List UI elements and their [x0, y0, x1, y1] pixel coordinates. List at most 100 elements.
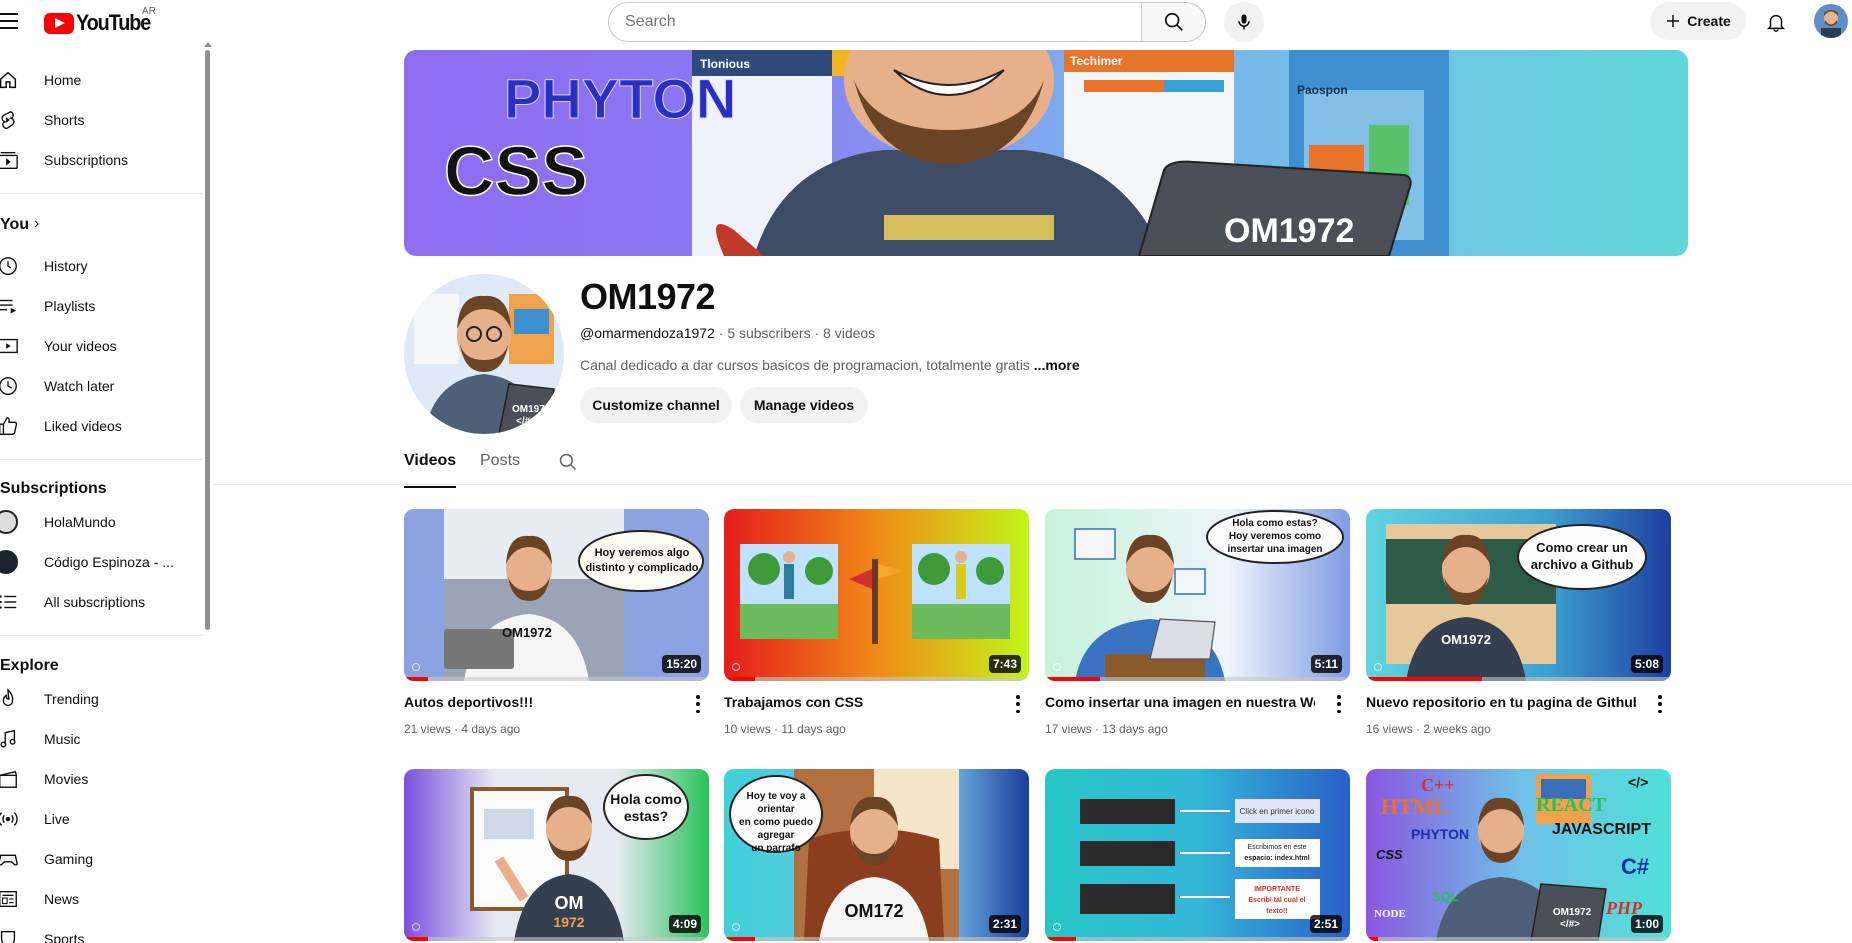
channel-description[interactable]: Canal dedicado a dar cursos basicos de p… — [580, 357, 1080, 373]
watch-progress-bar — [1045, 677, 1100, 681]
sidebar-item-watch-later[interactable]: Watch later — [0, 366, 205, 406]
video-thumbnail[interactable]: OM172 Hoy te voy a orientar en como pued… — [724, 769, 1029, 941]
create-button[interactable]: Create — [1650, 2, 1746, 40]
gaming-icon — [0, 847, 20, 871]
channel-avatar[interactable]: OM1972 </#> — [404, 274, 564, 434]
sidebar-channel-holamundo[interactable]: HolaMundo — [0, 502, 205, 542]
sports-icon — [0, 927, 20, 943]
banner-panel-3: Paospon — [1297, 83, 1348, 97]
more-actions-icon[interactable] — [1337, 695, 1341, 713]
scroll-up-arrow-icon[interactable] — [204, 42, 212, 47]
watch-progress-bar — [724, 677, 755, 681]
video-thumbnail[interactable]: OM1972 Como crear un archivo a Github 5:… — [1366, 509, 1671, 681]
home-icon — [0, 68, 20, 92]
video-title[interactable]: Nuevo repositorio en tu pagina de Github — [1366, 694, 1636, 710]
sidebar-channel-codigo-espinoza[interactable]: Código Espinoza - ... — [0, 542, 205, 582]
video-duration: 15:20 — [662, 655, 701, 673]
sidebar-item-sports[interactable]: Sports — [0, 919, 205, 943]
more-link[interactable]: ...more — [1034, 357, 1080, 373]
sidebar-item-your-videos[interactable]: Your videos — [0, 326, 205, 366]
thumbs-up-icon — [0, 414, 20, 438]
subscriptions-icon — [0, 148, 20, 172]
video-count: 8 videos — [823, 325, 876, 341]
trending-icon — [0, 687, 20, 711]
avatar-image — [1814, 4, 1848, 38]
more-actions-icon[interactable] — [696, 695, 700, 713]
sidebar-item-all-subscriptions[interactable]: All subscriptions — [0, 582, 205, 622]
upload-age: 4 days ago — [461, 722, 521, 736]
video-meta: 21 views · 4 days ago — [404, 722, 521, 736]
music-icon — [0, 727, 20, 751]
customize-channel-button[interactable]: Customize channel — [580, 387, 732, 423]
sidebar-item-live[interactable]: Live — [0, 799, 205, 839]
banner-text-phyton: PHYTON — [504, 67, 736, 130]
video-meta: 16 views · 2 weeks ago — [1366, 722, 1491, 736]
thumbnail-indicator — [412, 663, 420, 671]
search-button[interactable] — [1141, 3, 1205, 41]
upload-age: 11 days ago — [781, 722, 846, 736]
plus-icon — [1667, 15, 1680, 27]
video-thumbnail[interactable]: Hola como estas? Hoy veremos como insert… — [1045, 509, 1350, 681]
sidebar-item-movies[interactable]: Movies — [0, 759, 205, 799]
sidebar-item-home[interactable]: Home — [0, 60, 205, 100]
tab-videos[interactable]: Videos — [404, 452, 457, 488]
thumb-label: CSS — [1376, 847, 1403, 862]
subscriptions-section-title: Subscriptions — [0, 480, 107, 497]
sidebar-scrollbar[interactable] — [205, 50, 210, 630]
sidebar-item-playlists[interactable]: Playlists — [0, 286, 205, 326]
svg-text:insertar una imagen: insertar una imagen — [1227, 544, 1322, 555]
video-thumbnail[interactable]: OM1972 </#> C++ HTML REACT PHYTON CSS C#… — [1366, 769, 1671, 941]
sidebar: Home Shorts Subscriptions You › History … — [0, 42, 214, 943]
manage-videos-button[interactable]: Manage videos — [740, 387, 868, 423]
logo-text: YouTube — [76, 10, 151, 35]
more-actions-icon[interactable] — [1658, 695, 1662, 713]
sidebar-item-gaming[interactable]: Gaming — [0, 839, 205, 879]
tab-posts[interactable]: Posts — [480, 452, 520, 488]
svg-text:archivo a Github: archivo a Github — [1531, 557, 1634, 572]
sidebar-item-trending[interactable]: Trending — [0, 679, 205, 719]
sidebar-item-liked-videos[interactable]: Liked videos — [0, 406, 205, 446]
sidebar-item-label: Live — [44, 811, 70, 827]
sidebar-item-label: Watch later — [44, 378, 115, 394]
video-duration: 4:09 — [668, 915, 701, 933]
video-title[interactable]: Autos deportivos!!! — [404, 694, 674, 710]
search-input[interactable] — [609, 3, 1141, 41]
svg-text:Hola como estas?: Hola como estas? — [1232, 518, 1318, 529]
sidebar-item-news[interactable]: News — [0, 879, 205, 919]
svg-text:1972: 1972 — [553, 914, 584, 930]
sidebar-item-label: All subscriptions — [44, 594, 146, 610]
sidebar-item-music[interactable]: Music — [0, 719, 205, 759]
video-thumbnail[interactable]: OM 1972 Hola como estas? 4:09 — [404, 769, 709, 941]
account-avatar[interactable] — [1814, 4, 1848, 38]
video-thumbnail[interactable]: Click en primer icono Escribimos en este… — [1045, 769, 1350, 941]
channel-avatar — [0, 550, 18, 574]
voice-search-button[interactable] — [1224, 2, 1264, 42]
svg-text:Hoy te voy a: Hoy te voy a — [747, 791, 806, 802]
video-duration: 2:31 — [988, 915, 1021, 933]
thumb-label: C++ — [1421, 775, 1455, 795]
video-thumbnail[interactable]: Hoy veremos algo distinto y complicado O… — [404, 509, 709, 681]
sidebar-item-label: Movies — [44, 771, 89, 787]
thumb-label: SQL — [1432, 889, 1459, 904]
video-title[interactable]: Trabajamos con CSS — [724, 694, 994, 710]
video-meta: 17 views · 13 days ago — [1045, 722, 1168, 736]
sidebar-you-header[interactable]: You › — [0, 206, 205, 246]
more-actions-icon[interactable] — [1016, 695, 1020, 713]
hamburger-menu-icon[interactable] — [0, 10, 20, 32]
svg-text:Hoy veremos algo: Hoy veremos algo — [595, 547, 690, 559]
svg-text:distinto y complicado: distinto y complicado — [585, 562, 698, 574]
banner-laptop-text: OM1972 — [1224, 212, 1354, 250]
meta-separator: · — [718, 325, 724, 341]
sidebar-item-shorts[interactable]: Shorts — [0, 100, 205, 140]
thumb-label: HTML — [1381, 794, 1448, 819]
video-thumbnail[interactable]: 7:43 — [724, 509, 1029, 681]
country-code: AR — [142, 6, 156, 17]
sidebar-item-subscriptions[interactable]: Subscriptions — [0, 140, 205, 180]
svg-text:espacio: index.html: espacio: index.html — [1244, 855, 1309, 862]
sidebar-item-history[interactable]: History — [0, 246, 205, 286]
svg-text:Hoy veremos como: Hoy veremos como — [1229, 531, 1321, 542]
notifications-button[interactable] — [1756, 2, 1796, 42]
youtube-play-icon — [44, 12, 74, 34]
tab-search-icon[interactable] — [558, 452, 578, 488]
video-title[interactable]: Como insertar una imagen en nuestra Web — [1045, 694, 1315, 710]
